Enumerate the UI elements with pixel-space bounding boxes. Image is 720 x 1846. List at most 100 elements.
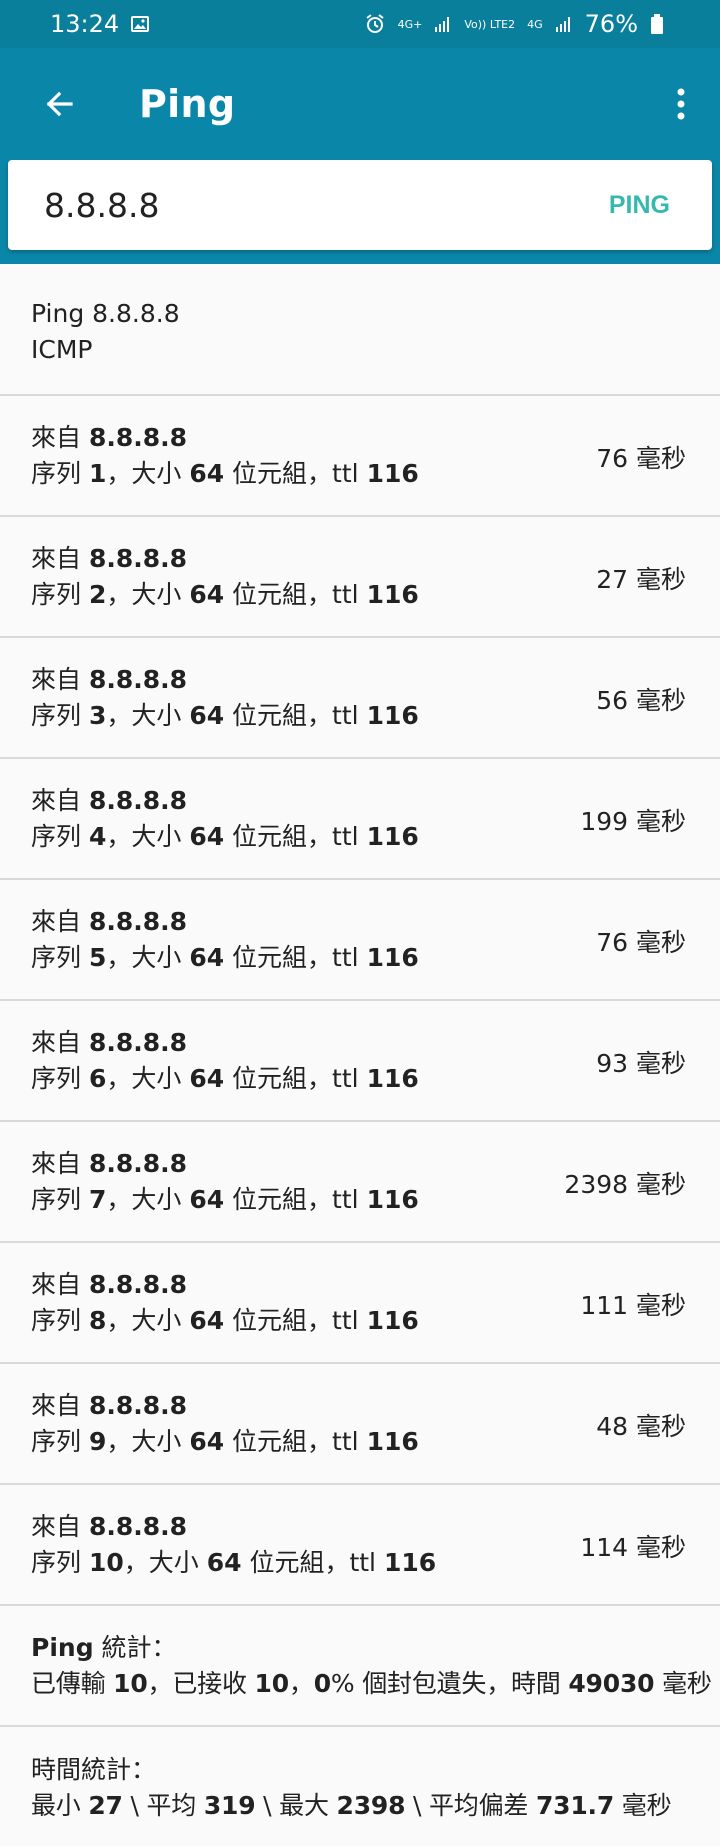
timing-statistics: 時間統計： 最小 27 \ 平均 319 \ 最大 2398 \ 平均偏差 73… (0, 1727, 720, 1846)
loss-and-time-label: % 個封包遺失，時間 (330, 1668, 569, 1698)
status-left: 13:24 (50, 10, 150, 38)
sequence-number: 5 (88, 942, 107, 972)
reply-source: 來自 8.8.8.8 (31, 1269, 419, 1299)
sequence-label: 序列 (31, 700, 89, 730)
reply-from-label: 來自 (31, 906, 89, 936)
packet-size: 64 (189, 942, 225, 972)
app-bar: Ping (0, 48, 720, 160)
page-title: Ping (139, 82, 236, 126)
ping-button[interactable]: PING (609, 191, 670, 220)
packet-size: 64 (189, 458, 225, 488)
battery-icon (650, 13, 664, 35)
ping-result-row: 來自 8.8.8.8 序列 3，大小 64 位元組，ttl 116 56 毫秒 (0, 638, 720, 759)
status-bar: 13:24 4G+ Vo)) LTE2 4G 76% (0, 0, 720, 48)
ping-result-text: 來自 8.8.8.8 序列 7，大小 64 位元組，ttl 116 (31, 1148, 419, 1214)
ping-result-row: 來自 8.8.8.8 序列 6，大小 64 位元組，ttl 116 93 毫秒 (0, 1001, 720, 1122)
reply-time: 76 毫秒 (596, 927, 686, 957)
sequence-number: 2 (88, 579, 107, 609)
ping-result-text: 來自 8.8.8.8 序列 2，大小 64 位元組，ttl 116 (31, 544, 419, 609)
host-input[interactable] (44, 185, 609, 225)
sequence-label: 序列 (31, 1426, 89, 1456)
max-value: 2398 (336, 1790, 406, 1820)
ping-result-row: 來自 8.8.8.8 序列 8，大小 64 位元組，ttl 116 111 毫秒 (0, 1243, 720, 1364)
ttl-value: 116 (366, 1426, 419, 1456)
size-label: ，大小 (106, 821, 190, 851)
received-label: ，已接收 (147, 1668, 255, 1698)
avg-label: \ 平均 (122, 1790, 204, 1820)
packet-size: 64 (189, 700, 225, 730)
ping-result-text: 來自 8.8.8.8 序列 6，大小 64 位元組，ttl 116 (31, 1027, 419, 1093)
reply-source: 來自 8.8.8.8 (31, 1390, 419, 1420)
sequence-label: 序列 (31, 1063, 89, 1093)
ping-result-text: 來自 8.8.8.8 序列 1，大小 64 位元組，ttl 116 (31, 422, 419, 488)
size-and-ttl-label: 位元組，ttl (224, 942, 367, 972)
reply-from-label: 來自 (31, 1027, 89, 1057)
reply-details: 序列 9，大小 64 位元組，ttl 116 (31, 1426, 419, 1456)
size-label: ，大小 (106, 700, 190, 730)
ping-target-summary: Ping 8.8.8.8 ICMP (0, 264, 720, 396)
packet-size: 64 (189, 579, 225, 609)
back-button[interactable] (32, 77, 86, 131)
size-and-ttl-label: 位元組，ttl (241, 1547, 384, 1577)
reply-host: 8.8.8.8 (88, 906, 188, 936)
sequence-label: 序列 (31, 1547, 89, 1577)
min-value: 27 (88, 1790, 123, 1820)
ping-result-row: 來自 8.8.8.8 序列 1，大小 64 位元組，ttl 116 76 毫秒 (0, 396, 720, 517)
timing-statistics-summary: 最小 27 \ 平均 319 \ 最大 2398 \ 平均偏差 731.7 毫秒 (31, 1790, 672, 1820)
size-label: ，大小 (106, 1184, 190, 1214)
reply-details: 序列 2，大小 64 位元組，ttl 116 (31, 579, 419, 609)
reply-source: 來自 8.8.8.8 (31, 665, 419, 694)
reply-time: 56 毫秒 (596, 685, 686, 715)
ttl-value: 116 (366, 1063, 419, 1093)
overflow-menu-button[interactable] (660, 76, 702, 132)
reply-from-label: 來自 (31, 1148, 89, 1178)
reply-host: 8.8.8.8 (88, 1027, 188, 1057)
ping-result-text: 來自 8.8.8.8 序列 5，大小 64 位元組，ttl 116 (31, 906, 419, 972)
sequence-label: 序列 (31, 1305, 89, 1335)
ping-target-title: Ping 8.8.8.8 (31, 299, 180, 328)
ping-result-text: 來自 8.8.8.8 序列 4，大小 64 位元組，ttl 116 (31, 785, 419, 851)
reply-host: 8.8.8.8 (88, 1511, 188, 1541)
ttl-value: 116 (366, 1305, 419, 1335)
sequence-number: 1 (88, 458, 107, 488)
reply-details: 序列 6，大小 64 位元組，ttl 116 (31, 1063, 419, 1093)
packet-size: 64 (189, 1063, 225, 1093)
sequence-number: 6 (88, 1063, 107, 1093)
size-and-ttl-label: 位元組，ttl (224, 458, 367, 488)
reply-host: 8.8.8.8 (88, 422, 188, 452)
network-lte2-label: Vo)) LTE2 (464, 17, 516, 31)
min-label: 最小 (31, 1790, 89, 1820)
ping-result-row: 來自 8.8.8.8 序列 2，大小 64 位元組，ttl 116 27 毫秒 (0, 517, 720, 638)
search-bar-container: PING (0, 160, 720, 264)
reply-source: 來自 8.8.8.8 (31, 422, 419, 452)
ttl-value: 116 (366, 942, 419, 972)
reply-host: 8.8.8.8 (88, 785, 188, 815)
reply-from-label: 來自 (31, 422, 89, 452)
reply-details: 序列 7，大小 64 位元組，ttl 116 (31, 1184, 419, 1214)
reply-source: 來自 8.8.8.8 (31, 1511, 436, 1541)
reply-from-label: 來自 (31, 1269, 89, 1299)
packet-size: 64 (189, 1426, 225, 1456)
more-vertical-icon (677, 88, 685, 120)
reply-host: 8.8.8.8 (88, 1269, 188, 1299)
reply-time: 76 毫秒 (596, 443, 686, 473)
battery-percent: 76% (584, 10, 638, 38)
reply-details: 序列 8，大小 64 位元組，ttl 116 (31, 1305, 419, 1335)
packet-size: 64 (189, 1305, 225, 1335)
reply-source: 來自 8.8.8.8 (31, 1148, 419, 1178)
max-label: \ 最大 (255, 1790, 337, 1820)
sequence-number: 8 (88, 1305, 107, 1335)
reply-source: 來自 8.8.8.8 (31, 1027, 419, 1057)
sequence-number: 3 (88, 700, 107, 730)
ttl-value: 116 (366, 700, 419, 730)
ttl-value: 116 (366, 458, 419, 488)
reply-details: 序列 3，大小 64 位元組，ttl 116 (31, 700, 419, 730)
mean-deviation-value: 731.7 (535, 1790, 615, 1820)
ping-statistics-title-rest: 統計： (93, 1632, 177, 1662)
network-4g-label: 4G (527, 17, 543, 31)
ping-statistics: Ping 統計： 已傳輸 10，已接收 10，0% 個封包遺失，時間 49030… (0, 1606, 720, 1727)
ping-result-text: 來自 8.8.8.8 序列 8，大小 64 位元組，ttl 116 (31, 1269, 419, 1335)
reply-from-label: 來自 (31, 1390, 89, 1420)
reply-host: 8.8.8.8 (88, 1390, 188, 1420)
reply-time: 199 毫秒 (580, 806, 686, 836)
